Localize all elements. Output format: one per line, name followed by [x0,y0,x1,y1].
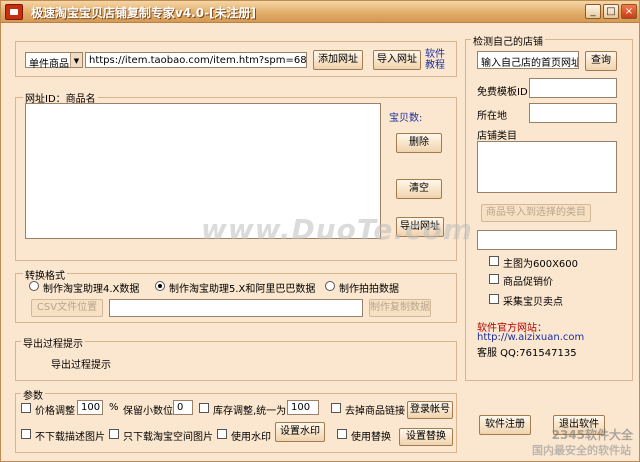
decimals-label: 保留小数位 [123,406,173,417]
stock-adjust-label: 库存调整,统一为 [213,406,287,417]
delete-button[interactable]: 删除 [396,133,442,153]
window-title: 极速淘宝宝贝店铺复制专家v4.0-[未注册] [31,6,257,20]
chevron-down-icon: ▼ [70,53,82,67]
price-adjust-checkbox[interactable] [21,403,31,413]
promo-price-checkbox[interactable] [489,274,499,284]
app-icon [5,4,23,20]
set-replace-button[interactable]: 设置替换 [399,428,453,446]
clear-button[interactable]: 清空 [396,179,442,199]
use-watermark-label: 使用水印 [231,432,271,443]
location-label: 所在地 [477,111,507,122]
selling-points-checkbox[interactable] [489,294,499,304]
tutorial-link[interactable]: 软件教程 [425,49,447,71]
use-watermark-checkbox[interactable] [217,429,227,439]
percent-label: % [109,402,119,413]
selling-points-label: 采集宝贝卖点 [503,297,563,308]
support-qq: 客服 QQ:761547135 [477,348,577,359]
import-url-button[interactable]: 导入网址 [373,50,421,70]
category-label: 店铺类目 [477,131,517,142]
main-image-600-label: 主图为600X600 [503,259,579,270]
export-tip-title: 导出过程提示 [21,335,85,350]
brand-watermark: 2345软件大全 [551,428,633,442]
free-template-label: 免费模板ID [477,87,528,98]
export-tip-text: 导出过程提示 [51,360,111,371]
category-list[interactable] [477,141,617,193]
remove-links-checkbox[interactable] [331,403,341,413]
mode-select-value: 单件商品 [29,59,69,70]
stock-adjust-checkbox[interactable] [199,403,209,413]
register-button[interactable]: 软件注册 [479,415,531,435]
url-input[interactable]: https://item.taobao.com/item.htm?spm=686… [85,52,307,68]
use-replace-label: 使用替换 [351,432,391,443]
shop-detect-title: 检测自己的店铺 [471,33,545,48]
only-space-images-label: 只下载淘宝空间图片 [123,432,213,443]
format-radio-5x[interactable] [155,281,165,291]
use-replace-checkbox[interactable] [337,429,347,439]
decimals-input[interactable]: 0 [173,400,193,415]
remove-links-label: 去掉商品链接 [345,406,405,417]
format-radio-4x[interactable] [29,281,39,291]
homepage-url-input[interactable]: 输入自己店的首页网址 [477,51,579,69]
minimize-button[interactable]: _ [585,4,601,19]
set-watermark-button[interactable]: 设置水印 [275,422,325,442]
no-desc-images-checkbox[interactable] [21,429,31,439]
promo-price-label: 商品促销价 [503,277,553,288]
query-button[interactable]: 查询 [585,51,617,71]
import-to-category-button[interactable]: 商品导入到选择的类目 [481,204,591,222]
params-title: 参数 [21,387,45,402]
format-5x-label: 制作淘宝助理5.X和阿里巴巴数据 [169,284,316,295]
free-template-input[interactable] [529,78,617,98]
duote-watermark: www.DuoTe.com [201,213,473,246]
no-desc-images-label: 不下载描述图片 [35,432,105,443]
main-window: 极速淘宝宝贝店铺复制专家v4.0-[未注册] _ □ × 单件商品 ▼ http… [0,0,640,462]
official-site-link[interactable]: http://w.aizixuan.com [477,332,584,343]
location-input[interactable] [529,103,617,123]
category-input[interactable] [477,230,617,250]
format-radio-paipai[interactable] [325,281,335,291]
close-button[interactable]: × [621,4,637,19]
stock-adjust-input[interactable]: 100 [287,400,319,415]
main-image-600-checkbox[interactable] [489,256,499,266]
csv-location-button[interactable]: CSV文件位置 [31,299,103,317]
csv-path-input[interactable] [109,299,363,317]
format-4x-label: 制作淘宝助理4.X数据 [43,284,140,295]
mode-select[interactable]: 单件商品 ▼ [25,52,83,70]
format-paipai-label: 制作拍拍数据 [339,284,399,295]
only-space-images-checkbox[interactable] [109,429,119,439]
add-url-button[interactable]: 添加网址 [313,50,363,70]
price-adjust-input[interactable]: 100 [77,400,103,415]
item-count-label: 宝贝数: [389,113,423,124]
slogan-watermark: 国内最安全的软件站 [532,444,631,457]
make-data-button[interactable]: 制作复制数据 [369,299,431,317]
login-account-button[interactable]: 登录帐号 [407,401,453,419]
title-bar: 极速淘宝宝贝店铺复制专家v4.0-[未注册] _ □ × [1,1,639,23]
maximize-button[interactable]: □ [603,4,619,19]
price-adjust-label: 价格调整 [35,406,75,417]
